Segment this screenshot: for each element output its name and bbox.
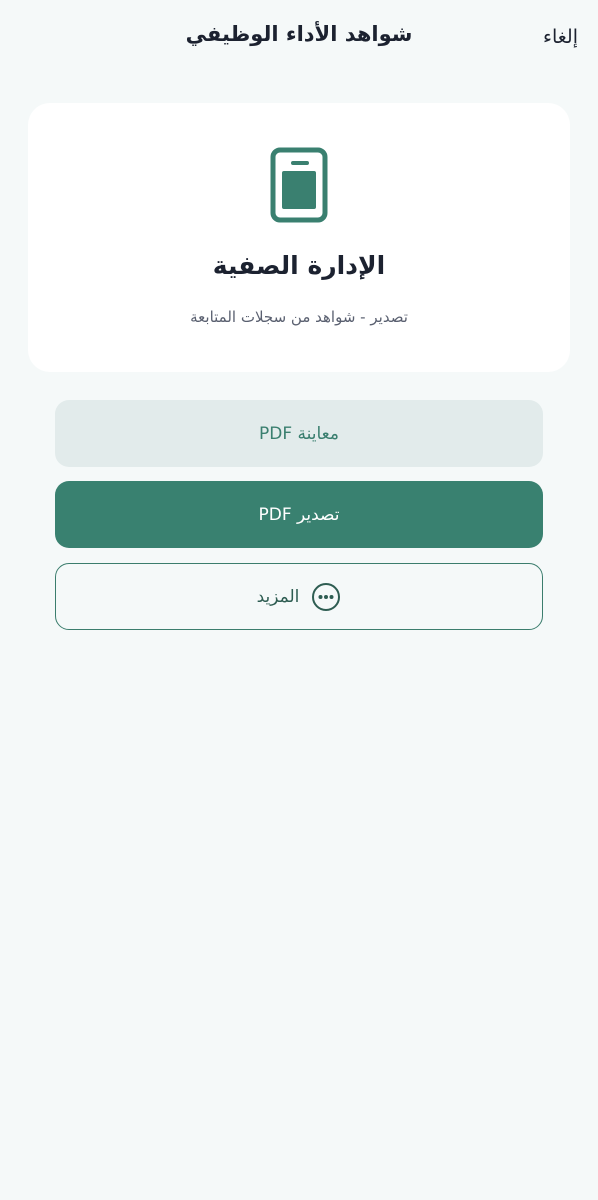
- ellipsis-circle-icon: [312, 582, 341, 611]
- summary-card: الإدارة الصفية تصدير - شواهد من سجلات ال…: [28, 103, 570, 372]
- page-title: شواهد الأداء الوظيفي: [185, 22, 413, 46]
- preview-pdf-button[interactable]: معاينة PDF: [55, 400, 543, 467]
- export-pdf-label: تصدير PDF: [258, 504, 340, 525]
- document-icon: [270, 147, 328, 223]
- cancel-button[interactable]: إلغاء: [543, 26, 578, 48]
- more-button[interactable]: المزيد: [55, 563, 543, 630]
- card-subtitle: تصدير - شواهد من سجلات المتابعة: [190, 308, 408, 326]
- card-title: الإدارة الصفية: [212, 251, 386, 280]
- top-bar: شواهد الأداء الوظيفي إلغاء: [0, 0, 598, 78]
- export-pdf-button[interactable]: تصدير PDF: [55, 481, 543, 548]
- more-label: المزيد: [256, 586, 300, 607]
- preview-pdf-label: معاينة PDF: [259, 423, 339, 444]
